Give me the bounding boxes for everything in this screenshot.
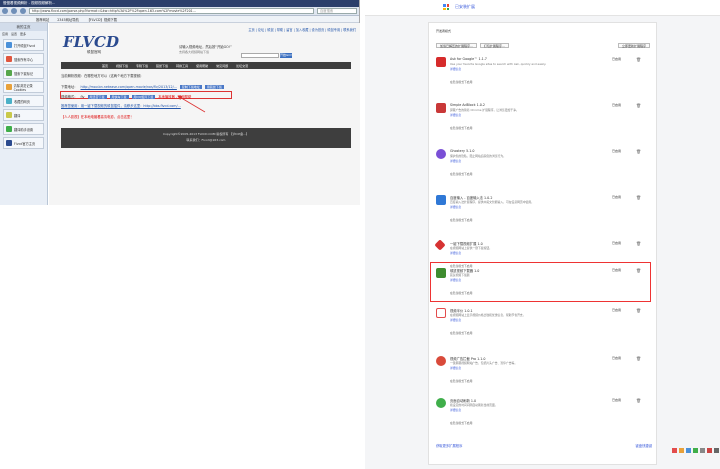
trash-icon[interactable]: 🗑 — [636, 398, 641, 403]
incognito-checkbox[interactable]: 在隐身模式下启用 — [450, 379, 472, 383]
extensions-logo-icon — [443, 4, 449, 10]
tray-icon[interactable] — [693, 448, 698, 453]
extension-icon — [434, 239, 446, 251]
extension-desc: 一键屏蔽视频网站广告，包括片头广告、暂停广告等。 — [450, 361, 518, 365]
tray-icon[interactable] — [700, 448, 705, 453]
extension-details-link[interactable]: 详细信息 — [450, 159, 461, 163]
enabled-checkbox[interactable]: 已启用 — [612, 241, 621, 245]
extension-desc: 保护您的隐私，阻止网站追踪您的浏览行为。 — [450, 154, 506, 158]
pack-extension-button[interactable]: 打包扩展程序... — [479, 43, 509, 48]
extension-details-link[interactable]: 详细信息 — [450, 113, 461, 117]
extensions-window: 已安装扩展 开发者模式 加载已解压的扩展程序... 打包扩展程序... 立即更新… — [365, 0, 720, 469]
extension-name: Ghostery 5.1.0 — [450, 149, 475, 153]
keyboard-shortcuts-link[interactable]: 键盘快捷键 — [636, 443, 652, 448]
load-unpacked-button[interactable]: 加载已解压的扩展程序... — [436, 43, 477, 48]
extension-details-link[interactable]: 详细信息 — [450, 366, 461, 370]
extension-icon — [436, 103, 446, 113]
extension-icon — [436, 195, 446, 205]
dev-mode-toggle[interactable]: 开发者模式 — [436, 29, 451, 33]
extension-details-link[interactable]: 详细信息 — [450, 251, 461, 255]
update-button[interactable]: 立即更新扩展程序 — [617, 43, 650, 48]
extensions-title: 已安装扩展 — [455, 4, 475, 9]
extension-details-link[interactable]: 详细信息 — [450, 318, 461, 322]
enabled-checkbox[interactable]: 已启用 — [612, 57, 621, 61]
extension-name: Ask for Google™ 1.1.7 — [450, 57, 487, 61]
trash-icon[interactable]: 🗑 — [636, 103, 641, 108]
enabled-checkbox[interactable]: 已启用 — [612, 149, 621, 153]
enabled-checkbox[interactable]: 已启用 — [612, 308, 621, 312]
enabled-checkbox[interactable]: 已启用 — [612, 356, 621, 360]
trash-icon[interactable]: 🗑 — [636, 241, 641, 246]
extensions-card: 开发者模式 加载已解压的扩展程序... 打包扩展程序... 立即更新扩展程序 A… — [428, 22, 657, 465]
incognito-checkbox[interactable]: 在隐身模式下启用 — [450, 172, 472, 176]
refresh-icon — [436, 398, 446, 408]
extension-desc: 按设定的时间间隔自动刷新当前页面。 — [450, 403, 498, 407]
enabled-checkbox[interactable]: 已启用 — [612, 195, 621, 199]
extension-desc: 在视频网站上显示视频价格比较和优惠信息，帮助节省开支。 — [450, 313, 526, 317]
tray-icon[interactable] — [679, 448, 684, 453]
enabled-checkbox[interactable]: 已启用 — [612, 398, 621, 402]
tray-icon[interactable] — [686, 448, 691, 453]
trash-icon[interactable]: 🗑 — [636, 149, 641, 154]
extension-desc: 百度输入法扩展程序，提供中英文智能输入，可在任意网页中使用。 — [450, 200, 534, 204]
extension-icon — [436, 149, 446, 159]
extension-icon — [436, 356, 446, 366]
tray-icons — [672, 448, 720, 453]
incognito-checkbox[interactable]: 在隐身模式下启用 — [450, 421, 472, 425]
get-more-extensions-link[interactable]: 获取更多扩展程序 — [436, 444, 462, 448]
extension-icon — [436, 57, 446, 67]
tray-icon[interactable] — [707, 448, 712, 453]
extension-details-link[interactable]: 详细信息 — [450, 205, 461, 209]
extension-desc: 屏蔽广告的简易 Chrome 扩展程序，让浏览更加干净。 — [450, 108, 519, 112]
enabled-checkbox[interactable]: 已启用 — [612, 103, 621, 107]
extensions-header: 已安装扩展 — [365, 0, 720, 16]
incognito-checkbox[interactable]: 在隐身模式下启用 — [450, 218, 472, 222]
extension-details-link[interactable]: 详细信息 — [450, 67, 461, 71]
extension-icon — [436, 308, 446, 318]
extension-desc: Use your favorite Google sites to search… — [450, 62, 547, 66]
highlight-box-right — [430, 262, 651, 302]
extension-desc: 在视频网站上提供一键下载按钮。 — [450, 246, 492, 250]
trash-icon[interactable]: 🗑 — [636, 195, 641, 200]
arrow-left — [177, 95, 206, 113]
incognito-checkbox[interactable]: 在隐身模式下启用 — [450, 126, 472, 130]
bottom-links: 获取更多扩展程序 键盘快捷键 — [436, 443, 652, 448]
trash-icon[interactable]: 🗑 — [636, 57, 641, 62]
incognito-checkbox[interactable]: 在隐身模式下启用 — [450, 331, 472, 335]
incognito-checkbox[interactable]: 在隐身模式下启用 — [450, 80, 472, 84]
tray-icon[interactable] — [672, 448, 677, 453]
extension-details-link[interactable]: 详细信息 — [450, 408, 461, 412]
trash-icon[interactable]: 🗑 — [636, 356, 641, 361]
extension-name: Simple AdBlock 1.0.2 — [450, 103, 485, 107]
tray-icon[interactable] — [714, 448, 719, 453]
trash-icon[interactable]: 🗑 — [636, 308, 641, 313]
